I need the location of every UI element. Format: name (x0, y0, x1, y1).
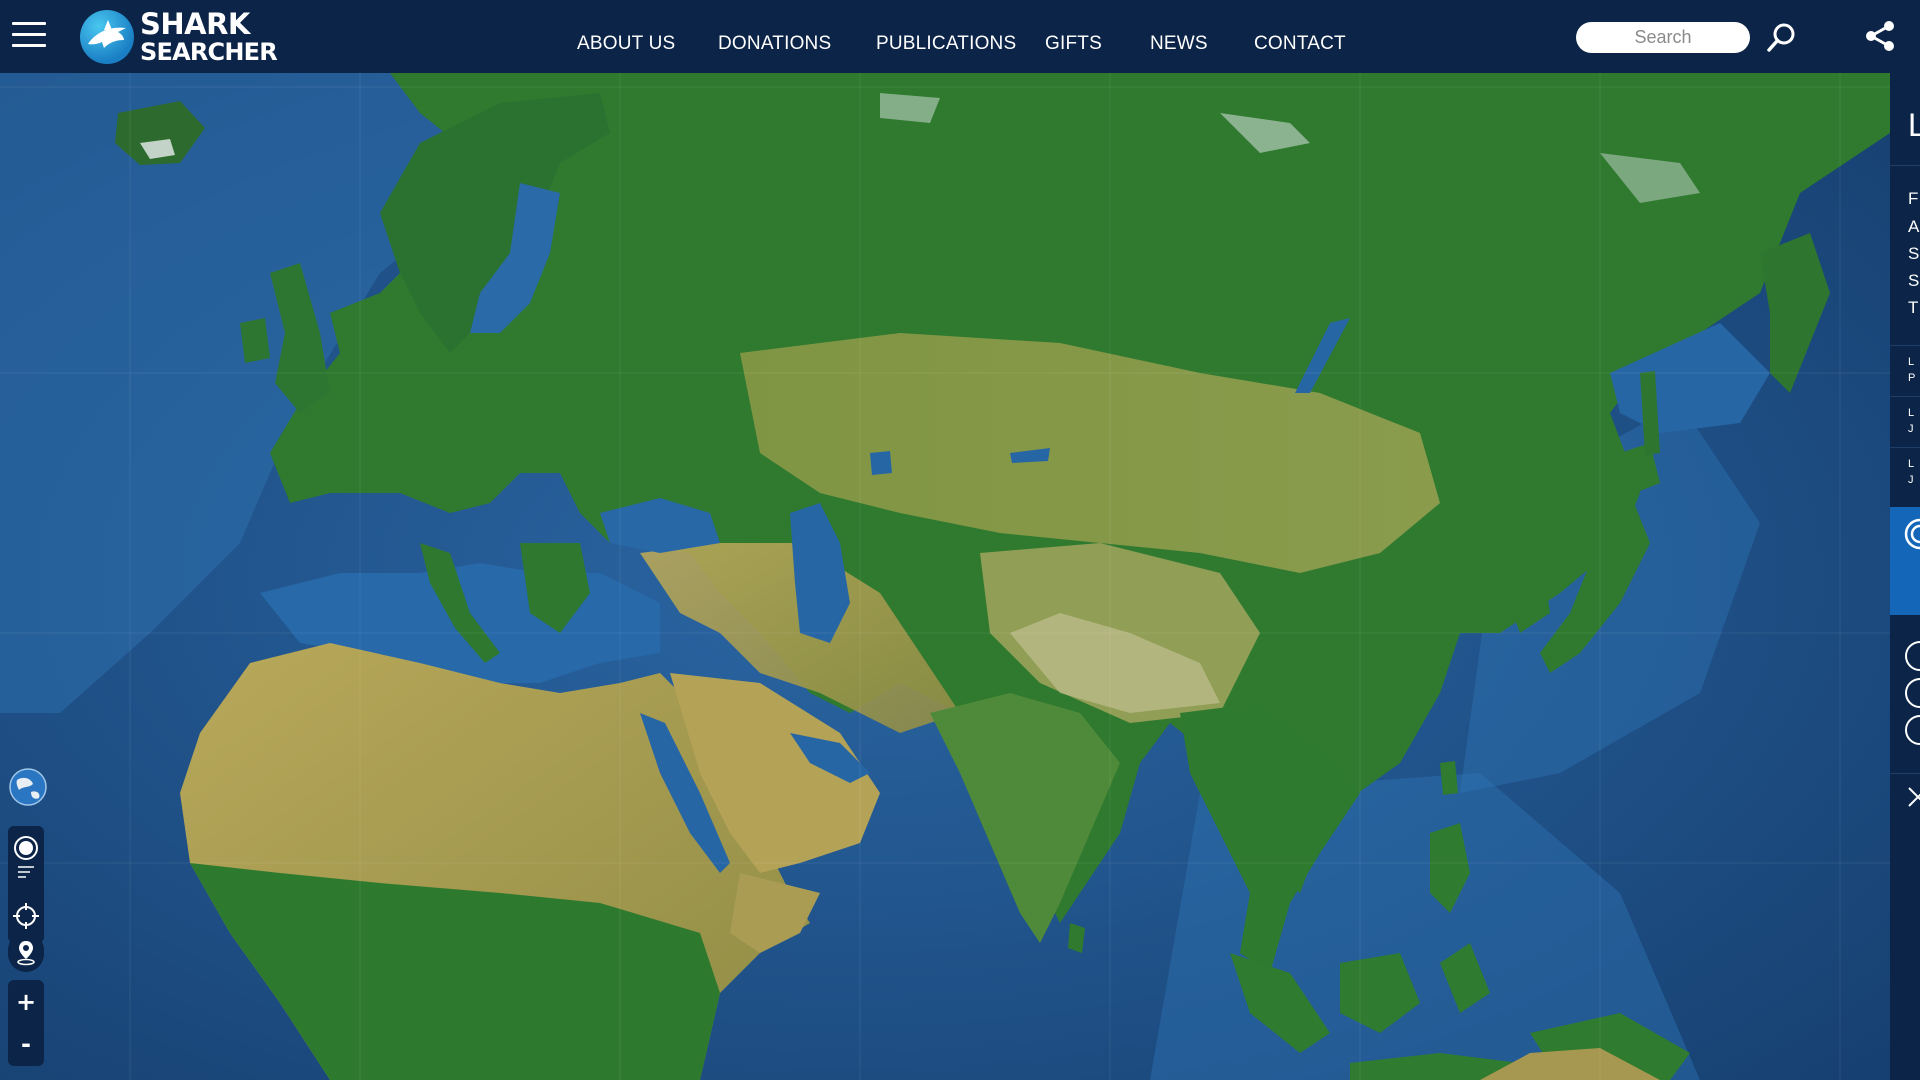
recent-item-line1[interactable]: L (1908, 356, 1914, 368)
zoom-out-label: - (21, 1030, 31, 1058)
recent-item-line2: J (1908, 423, 1914, 435)
nav-publications[interactable]: PUBLICATIONS (876, 33, 1016, 55)
filter-option-circle[interactable] (1905, 678, 1920, 708)
logo-text-shark: SHARK (140, 7, 250, 41)
filter-option-circle[interactable] (1905, 641, 1920, 671)
zoom-out-button[interactable]: - (8, 1026, 44, 1062)
panel-list-item[interactable]: S (1908, 244, 1919, 264)
nav-donations[interactable]: DONATIONS (718, 33, 831, 55)
shark-logo-icon (80, 10, 134, 64)
zoom-in-button[interactable]: + (8, 984, 44, 1020)
panel-list-item[interactable]: A (1908, 217, 1919, 237)
panel-list-item[interactable]: S (1908, 271, 1919, 291)
nav-about-us[interactable]: ABOUT US (577, 33, 675, 55)
close-x-icon[interactable] (1906, 785, 1920, 809)
logo-text-searcher: SEARCHER (140, 38, 278, 66)
globe-icon[interactable] (9, 768, 47, 806)
satellite-map[interactable] (0, 73, 1890, 1080)
shark-searcher-logo[interactable]: SHARK SEARCHER (80, 7, 278, 66)
panel-list-item[interactable]: F (1908, 189, 1918, 209)
panel-header-glyph: L (1908, 107, 1920, 143)
list-icon[interactable] (8, 862, 44, 882)
share-icon[interactable] (1862, 18, 1898, 54)
map-tools-group (8, 826, 44, 943)
recent-item-line2: P (1908, 372, 1916, 384)
recent-item-line2: J (1908, 474, 1914, 486)
filter-option-circle[interactable] (1905, 715, 1920, 745)
crosshair-icon[interactable] (8, 898, 44, 934)
search-input[interactable] (1576, 22, 1750, 53)
shark-tracker-side-panel[interactable]: L F A S S T L P L J L J (1890, 73, 1920, 1080)
location-pin-icon[interactable] (8, 934, 44, 970)
hamburger-menu-icon[interactable] (12, 22, 46, 48)
top-navigation-bar: SHARK SEARCHER ABOUT US DONATIONS PUBLIC… (0, 0, 1920, 73)
zoom-in-label: + (15, 988, 37, 1016)
nav-news[interactable]: NEWS (1150, 33, 1208, 55)
recent-item-line1[interactable]: L (1908, 458, 1914, 470)
magnifier-icon[interactable] (1764, 20, 1800, 56)
nav-gifts[interactable]: GIFTS (1045, 33, 1102, 55)
layers-icon[interactable] (8, 830, 44, 866)
nav-contact[interactable]: CONTACT (1254, 33, 1346, 55)
panel-list-item[interactable]: T (1908, 298, 1918, 318)
zoom-controls: + - (8, 980, 44, 1066)
recent-item-line1[interactable]: L (1908, 407, 1914, 419)
location-pin-button[interactable] (8, 932, 44, 972)
tracking-toggle-active[interactable] (1890, 507, 1920, 615)
